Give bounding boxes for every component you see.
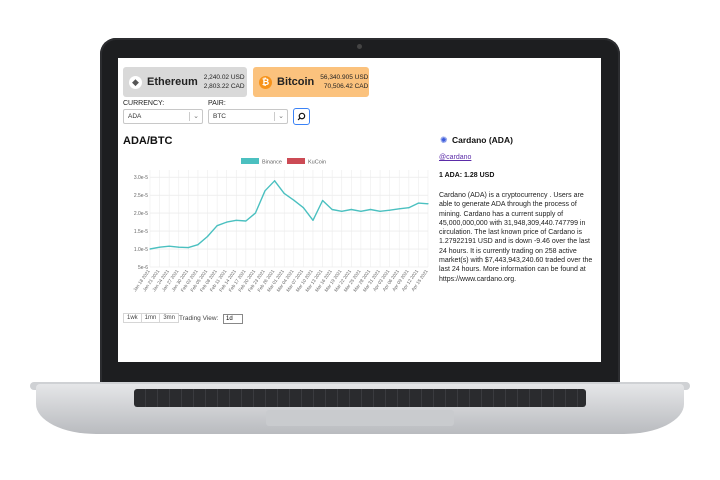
- coin-rate: 1 ADA: 1.28 USD: [439, 172, 495, 179]
- select-divider: [274, 112, 275, 121]
- data-point: [187, 247, 189, 249]
- trading-view-select[interactable]: 1d: [223, 314, 243, 324]
- pair-value: BTC: [213, 113, 226, 120]
- data-point: [312, 219, 314, 221]
- currency-label: CURRENCY:: [123, 100, 165, 107]
- data-point: [389, 209, 391, 211]
- data-point: [197, 244, 199, 246]
- y-tick-label: 1.5e-5: [134, 229, 148, 235]
- pair-label: PAIR:: [208, 100, 226, 107]
- bitcoin-name: Bitcoin: [277, 76, 315, 88]
- data-point: [360, 210, 362, 212]
- ethereum-name: Ethereum: [147, 76, 198, 88]
- data-point: [274, 180, 276, 182]
- currency-value: ADA: [128, 113, 142, 120]
- data-point: [206, 235, 209, 238]
- legend-swatch-binance: [241, 158, 259, 164]
- data-point: [216, 225, 218, 227]
- data-point: [293, 199, 295, 201]
- range-tabs: 1wk 1mn 3mn: [123, 313, 180, 323]
- coin-title: Cardano (ADA): [452, 135, 513, 145]
- data-point: [350, 208, 352, 211]
- pair-select[interactable]: BTC ⌄: [208, 109, 288, 124]
- ethereum-cad: 2,803.22 CAD: [203, 83, 245, 90]
- bitcoin-cad: 70,506.42 CAD: [323, 83, 369, 90]
- legend-label-binance: Binance: [262, 160, 282, 166]
- data-point: [254, 212, 257, 214]
- twitter-handle-link[interactable]: @cardano: [439, 154, 471, 161]
- chevron-down-icon: ⌄: [193, 113, 199, 120]
- price-chart-svg: Binance KuCoin 3.0e-5 2.5e-5 2.0e-5 1.5e-5 1.0…: [132, 158, 429, 293]
- data-point: [178, 246, 180, 248]
- data-point: [417, 202, 420, 204]
- data-point: [226, 221, 228, 223]
- data-point: [302, 207, 304, 209]
- legend-swatch-kucoin: [287, 158, 305, 164]
- data-point: [369, 208, 372, 211]
- chevron-down-icon: ⌄: [278, 113, 284, 120]
- price-chart: Binance KuCoin 3.0e-5 2.5e-5 2.0e-5 1.5e-5 1.0…: [123, 156, 433, 316]
- y-tick-label: 1.0e-5: [134, 247, 148, 253]
- range-tab-1wk[interactable]: 1wk: [123, 313, 142, 323]
- data-point: [168, 245, 170, 247]
- y-tick-label: 2.0e-5: [134, 211, 148, 217]
- data-point: [283, 192, 285, 194]
- bitcoin-card[interactable]: ₿ Bitcoin 56,340.905 USD 70,506.42 CAD: [253, 67, 369, 97]
- data-point: [331, 208, 333, 211]
- trading-view-label: Trading View:: [179, 315, 219, 322]
- laptop-keyboard: [134, 389, 586, 407]
- search-icon: [297, 112, 306, 121]
- range-tab-3mn[interactable]: 3mn: [159, 313, 180, 323]
- data-point: [379, 210, 381, 212]
- app-screen: ◆ Ethereum 2,240.02 USD 2,803.22 CAD ₿ B…: [118, 58, 601, 362]
- data-point: [149, 248, 151, 250]
- pair-title: ADA/BTC: [123, 135, 173, 147]
- coin-description: Cardano (ADA) is a cryptocurrency . User…: [439, 192, 593, 283]
- series-line-binance: [149, 180, 429, 250]
- data-point: [235, 219, 237, 221]
- cardano-icon: ✺: [440, 135, 448, 145]
- bitcoin-usd: 56,340.905 USD: [320, 74, 369, 81]
- y-tick-label: 3.0e-5: [134, 175, 148, 181]
- data-point: [341, 210, 343, 212]
- ethereum-card[interactable]: ◆ Ethereum 2,240.02 USD 2,803.22 CAD: [123, 67, 247, 97]
- data-point: [408, 207, 410, 209]
- data-point: [321, 199, 324, 202]
- ethereum-icon: ◆: [129, 75, 142, 89]
- data-point: [245, 220, 247, 222]
- data-point: [158, 246, 161, 248]
- currency-select[interactable]: ADA ⌄: [123, 109, 203, 124]
- ethereum-usd: 2,240.02 USD: [203, 74, 245, 81]
- select-divider: [189, 112, 190, 121]
- bitcoin-icon: ₿: [259, 75, 272, 89]
- legend-label-kucoin: KuCoin: [308, 160, 326, 166]
- ethereum-prices: 2,240.02 USD 2,803.22 CAD: [204, 73, 245, 91]
- range-tab-1mn[interactable]: 1mn: [140, 313, 161, 323]
- data-point: [398, 208, 400, 210]
- y-tick-label: 2.5e-5: [134, 193, 148, 199]
- search-button[interactable]: [293, 108, 310, 125]
- laptop-trackpad: [266, 410, 454, 426]
- data-point: [427, 203, 429, 205]
- webcam: [357, 44, 362, 49]
- bitcoin-prices: 56,340.905 USD 70,506.42 CAD: [320, 73, 368, 91]
- data-point: [264, 190, 266, 192]
